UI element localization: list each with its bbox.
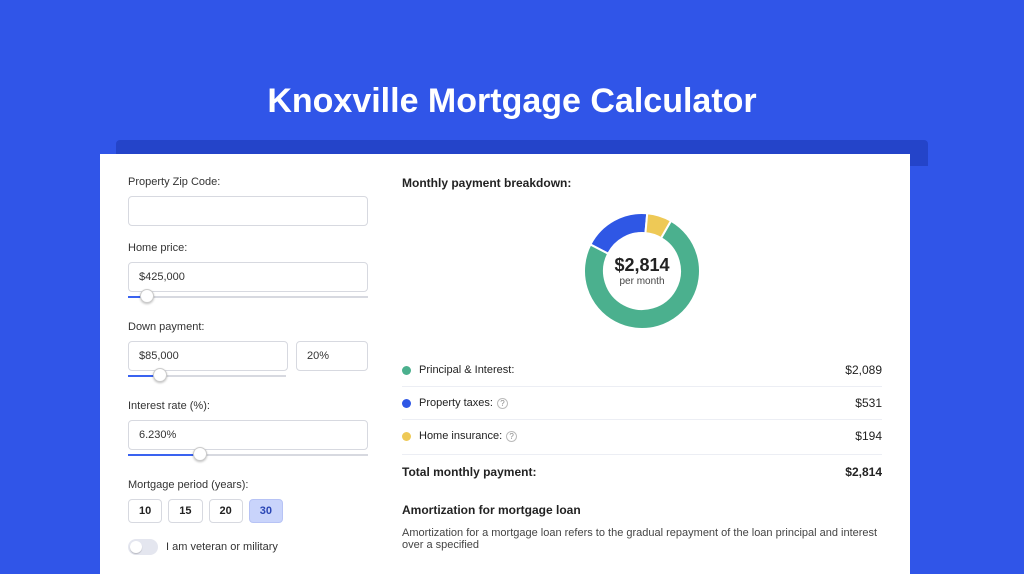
breakdown-title: Monthly payment breakdown: bbox=[402, 176, 882, 190]
period-chip-30[interactable]: 30 bbox=[249, 499, 283, 523]
down-payment-pct-input[interactable] bbox=[296, 341, 368, 371]
home-price-group: Home price: bbox=[128, 242, 368, 305]
rate-group: Interest rate (%): bbox=[128, 400, 368, 463]
zip-input[interactable] bbox=[128, 196, 368, 226]
down-payment-group: Down payment: bbox=[128, 321, 368, 384]
donut-wrap: $2,814 per month bbox=[402, 202, 882, 354]
calculator-sheet: Property Zip Code: Home price: Down paym… bbox=[100, 154, 910, 574]
period-chip-15[interactable]: 15 bbox=[168, 499, 202, 523]
slider-thumb-icon[interactable] bbox=[153, 368, 167, 382]
rate-slider[interactable] bbox=[128, 449, 368, 463]
info-icon[interactable]: ? bbox=[506, 431, 517, 442]
total-label: Total monthly payment: bbox=[402, 465, 845, 479]
breakdown-panel: Monthly payment breakdown: $2,814 per mo… bbox=[402, 176, 882, 552]
legend-dot-icon bbox=[402, 366, 411, 375]
rate-label: Interest rate (%): bbox=[128, 400, 368, 412]
amortization-title: Amortization for mortgage loan bbox=[402, 503, 882, 517]
breakdown-value: $194 bbox=[855, 429, 882, 443]
down-payment-slider[interactable] bbox=[128, 370, 286, 384]
period-chip-10[interactable]: 10 bbox=[128, 499, 162, 523]
legend-dot-icon bbox=[402, 399, 411, 408]
breakdown-row: Property taxes:?$531 bbox=[402, 387, 882, 420]
rate-input[interactable] bbox=[128, 420, 368, 450]
inputs-panel: Property Zip Code: Home price: Down paym… bbox=[128, 176, 368, 552]
period-chips: 1015 2030 bbox=[128, 499, 368, 523]
home-price-input[interactable] bbox=[128, 262, 368, 292]
veteran-row: I am veteran or military bbox=[128, 539, 368, 555]
home-price-label: Home price: bbox=[128, 242, 368, 254]
breakdown-value: $2,089 bbox=[845, 363, 882, 377]
period-group: Mortgage period (years): 1015 2030 bbox=[128, 479, 368, 523]
info-icon[interactable]: ? bbox=[497, 398, 508, 409]
breakdown-label: Home insurance:? bbox=[419, 430, 855, 442]
period-label: Mortgage period (years): bbox=[128, 479, 368, 491]
slider-thumb-icon[interactable] bbox=[193, 447, 207, 461]
breakdown-row: Home insurance:?$194 bbox=[402, 420, 882, 452]
veteran-label: I am veteran or military bbox=[166, 541, 278, 553]
page-title: Knoxville Mortgage Calculator bbox=[0, 0, 1024, 121]
zip-group: Property Zip Code: bbox=[128, 176, 368, 226]
legend-dot-icon bbox=[402, 432, 411, 441]
slider-thumb-icon[interactable] bbox=[140, 289, 154, 303]
breakdown-label: Property taxes:? bbox=[419, 397, 855, 409]
period-chip-20[interactable]: 20 bbox=[209, 499, 243, 523]
breakdown-value: $531 bbox=[855, 396, 882, 410]
home-price-slider[interactable] bbox=[128, 291, 368, 305]
down-payment-input[interactable] bbox=[128, 341, 288, 371]
total-value: $2,814 bbox=[845, 465, 882, 479]
breakdown-label: Principal & Interest: bbox=[419, 364, 845, 376]
amortization-text: Amortization for a mortgage loan refers … bbox=[402, 527, 882, 551]
breakdown-row: Principal & Interest:$2,089 bbox=[402, 354, 882, 387]
zip-label: Property Zip Code: bbox=[128, 176, 368, 188]
down-payment-label: Down payment: bbox=[128, 321, 368, 333]
donut-chart: $2,814 per month bbox=[581, 210, 703, 332]
veteran-toggle[interactable] bbox=[128, 539, 158, 555]
